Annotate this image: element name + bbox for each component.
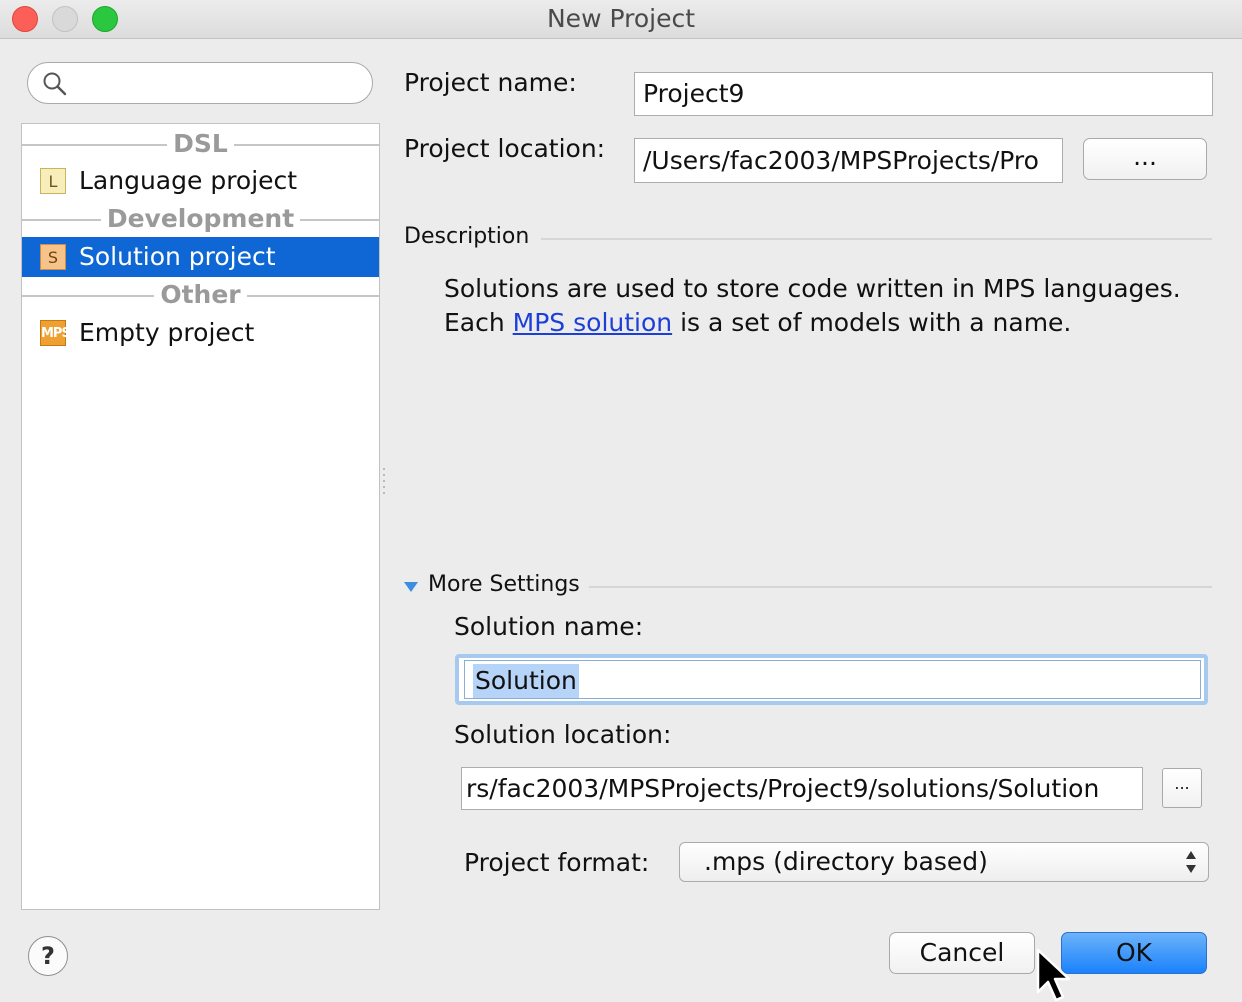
group-label-dsl: DSL bbox=[167, 129, 234, 158]
mouse-pointer-icon bbox=[1036, 948, 1071, 1002]
select-arrows-icon bbox=[1186, 851, 1196, 873]
project-format-select[interactable]: .mps (directory based) bbox=[679, 842, 1209, 882]
cancel-button[interactable]: Cancel bbox=[889, 932, 1035, 974]
splitter-grip-icon[interactable] bbox=[381, 466, 387, 498]
list-item-solution-project[interactable]: S Solution project bbox=[22, 237, 379, 277]
list-item-label: Empty project bbox=[79, 318, 255, 347]
search-icon bbox=[43, 72, 67, 96]
more-settings-toggle[interactable]: More Settings bbox=[428, 572, 580, 597]
more-settings-divider bbox=[589, 586, 1212, 588]
list-item-label: Language project bbox=[79, 166, 298, 195]
project-format-value: .mps (directory based) bbox=[704, 847, 988, 876]
description-header: Description bbox=[404, 224, 530, 249]
list-item-language-project[interactable]: L Language project bbox=[22, 161, 379, 201]
project-format-label: Project format: bbox=[464, 848, 650, 877]
project-name-field[interactable]: Project9 bbox=[634, 72, 1213, 116]
description-text: Solutions are used to store code written… bbox=[444, 272, 1204, 340]
solution-icon: S bbox=[40, 244, 66, 270]
project-location-field[interactable]: /Users/fac2003/MPSProjects/Pro bbox=[634, 138, 1063, 183]
group-separator-development: Development bbox=[22, 204, 379, 234]
solution-location-label: Solution location: bbox=[454, 720, 672, 749]
browse-solution-location-button[interactable]: ... bbox=[1162, 768, 1202, 808]
project-type-list: DSL L Language project Development S Sol… bbox=[21, 123, 380, 910]
help-button[interactable]: ? bbox=[28, 936, 68, 976]
solution-name-value: Solution bbox=[473, 664, 579, 698]
mps-logo-icon: MPS bbox=[40, 320, 71, 346]
list-item-empty-project[interactable]: MPS Empty project bbox=[22, 313, 379, 353]
browse-project-location-button[interactable]: ... bbox=[1083, 138, 1207, 180]
group-label-other: Other bbox=[154, 280, 247, 309]
group-label-development: Development bbox=[100, 204, 301, 233]
description-text-part: is a set of models with a name. bbox=[672, 308, 1072, 337]
solution-name-field[interactable]: Solution bbox=[455, 654, 1208, 705]
project-name-label: Project name: bbox=[404, 68, 577, 97]
ok-button[interactable]: OK bbox=[1061, 932, 1207, 974]
search-input[interactable] bbox=[27, 62, 373, 104]
solution-name-label: Solution name: bbox=[454, 612, 644, 641]
language-icon: L bbox=[40, 168, 66, 194]
title-bar: New Project bbox=[0, 0, 1242, 39]
window-title: New Project bbox=[546, 4, 695, 33]
group-separator-dsl: DSL bbox=[22, 129, 379, 159]
solution-name-input-frame: Solution bbox=[464, 660, 1201, 699]
list-item-label: Solution project bbox=[79, 242, 276, 271]
disclosure-triangle-icon[interactable] bbox=[404, 582, 418, 592]
group-separator-other: Other bbox=[22, 280, 379, 310]
description-divider bbox=[541, 238, 1212, 240]
solution-location-field[interactable]: rs/fac2003/MPSProjects/Project9/solution… bbox=[461, 767, 1143, 810]
project-location-label: Project location: bbox=[404, 134, 606, 163]
mps-solution-link[interactable]: MPS solution bbox=[513, 308, 672, 337]
